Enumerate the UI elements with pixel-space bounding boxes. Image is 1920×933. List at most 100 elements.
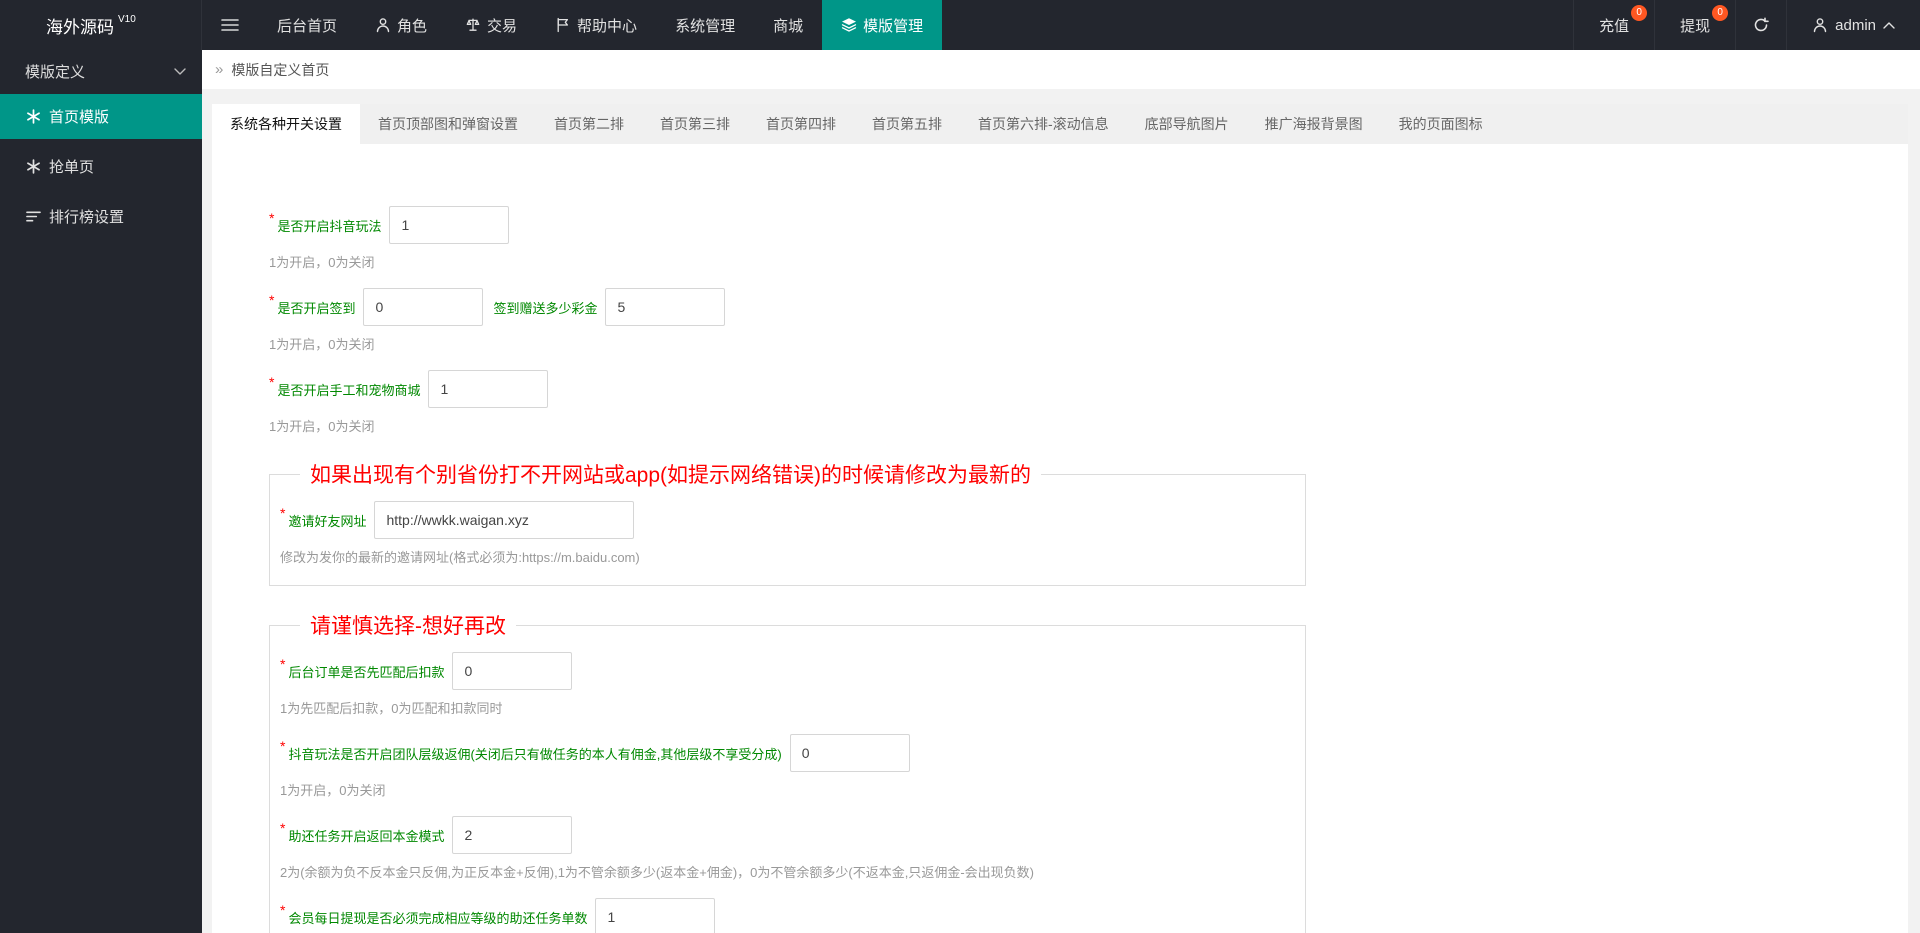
main-content: » 模版自定义首页 系统各种开关设置 首页顶部图和弹窗设置 首页第二排 首页第三…: [202, 50, 1920, 933]
network-fix-fieldset: 如果出现有个别省份打不开网站或app(如提示网络错误)的时候请修改为最新的 * …: [269, 459, 1306, 586]
field-label: 是否开启手工和宠物商城: [277, 382, 421, 398]
invite-url-input[interactable]: [374, 501, 635, 539]
team-commission-input[interactable]: [789, 734, 910, 772]
scales-icon: [465, 17, 481, 33]
username: admin: [1835, 16, 1876, 34]
ranking-icon: [26, 209, 41, 224]
flag-icon: [555, 17, 571, 33]
field-label: 后台订单是否先匹配后扣款: [288, 664, 445, 680]
tab-system-switches[interactable]: 系统各种开关设置: [212, 104, 360, 144]
field-hint: 1为先匹配后扣款，0为匹配和扣款同时: [280, 701, 503, 716]
form-field-douyin-enabled: * 是否开启抖音玩法 1为开启，0为关闭: [269, 206, 1888, 271]
user-icon: [375, 17, 391, 33]
field-hint: 1为开启，0为关闭: [269, 337, 375, 352]
field-hint: 1为开启，0为关闭: [269, 255, 375, 270]
tab-home-row-3[interactable]: 首页第三排: [642, 104, 748, 144]
tab-home-row-2[interactable]: 首页第二排: [536, 104, 642, 144]
required-asterisk: *: [269, 210, 275, 226]
sidebar: 模版定义 首页模版 抢单页 排行榜设置: [0, 50, 202, 933]
douyin-enabled-input[interactable]: [389, 206, 510, 244]
form-field-invite-url: * 邀请好友网址 修改为发你的最新的邀请网址(格式必须为:https://m.b…: [280, 501, 1295, 566]
top-bar: 海外源码 V10 后台首页 角色 交易 帮助中心 系统管理 商城 模版管理 充值…: [0, 0, 1920, 50]
nav-template-management[interactable]: 模版管理: [822, 0, 943, 50]
asterisk-icon: [26, 109, 41, 124]
user-icon: [1812, 17, 1828, 33]
user-menu[interactable]: admin: [1786, 0, 1920, 50]
hamburger-icon: [221, 18, 239, 32]
layers-icon: [841, 17, 857, 33]
required-asterisk: *: [280, 505, 286, 521]
field-label: 邀请好友网址: [288, 513, 367, 529]
tab-bar: 系统各种开关设置 首页顶部图和弹窗设置 首页第二排 首页第三排 首页第四排 首页…: [212, 104, 1908, 144]
form-field-handmade-pet-mall: * 是否开启手工和宠物商城 1为开启，0为关闭: [269, 370, 1888, 435]
signin-enabled-input[interactable]: [363, 288, 484, 326]
nav-trade[interactable]: 交易: [446, 0, 536, 50]
field-hint: 1为开启，0为关闭: [269, 419, 375, 434]
required-asterisk: *: [280, 820, 286, 836]
page-body: 系统各种开关设置 首页顶部图和弹窗设置 首页第二排 首页第三排 首页第四排 首页…: [202, 89, 1920, 933]
field-label: 是否开启抖音玩法: [277, 218, 382, 234]
brand-version: V10: [118, 13, 136, 25]
withdraw-button[interactable]: 提现 0: [1654, 0, 1735, 50]
page-title: 模版自定义首页: [231, 61, 330, 78]
nav-roles[interactable]: 角色: [356, 0, 446, 50]
network-fix-legend: 如果出现有个别省份打不开网站或app(如提示网络错误)的时候请修改为最新的: [310, 464, 1032, 487]
caution-fieldset: 请谨慎选择-想好再改 * 后台订单是否先匹配后扣款 1为先匹配后扣款，0为匹配和…: [269, 610, 1306, 933]
form-field-match-before-deduct: * 后台订单是否先匹配后扣款 1为先匹配后扣款，0为匹配和扣款同时: [280, 652, 1295, 717]
form-field-principal-return-mode: * 助还任务开启返回本金模式 2为(余额为负不反本金只反佣,为正反本金+反佣),…: [280, 816, 1295, 881]
nav-system-management[interactable]: 系统管理: [656, 0, 754, 50]
breadcrumb-separator: »: [215, 61, 224, 78]
field-label: 是否开启签到: [277, 300, 356, 316]
required-asterisk: *: [280, 656, 286, 672]
field-label: 会员每日提现是否必须完成相应等级的助还任务单数: [288, 910, 588, 926]
sidebar-menu: 首页模版 抢单页 排行榜设置: [0, 92, 202, 239]
sidebar-group-template-define[interactable]: 模版定义: [0, 50, 202, 92]
tab-top-image-popup[interactable]: 首页顶部图和弹窗设置: [360, 104, 536, 144]
tab-promo-poster-bg[interactable]: 推广海报背景图: [1247, 104, 1381, 144]
tab-bottom-nav-images[interactable]: 底部导航图片: [1127, 104, 1247, 144]
brand-name: 海外源码: [46, 17, 114, 37]
nav-home[interactable]: 后台首页: [258, 0, 356, 50]
required-asterisk: *: [269, 374, 275, 390]
refresh-button[interactable]: [1735, 0, 1786, 50]
nav-mall[interactable]: 商城: [754, 0, 822, 50]
signin-bonus-input[interactable]: [605, 288, 726, 326]
chevron-up-icon: [1883, 21, 1895, 29]
handmade-pet-mall-input[interactable]: [428, 370, 549, 408]
asterisk-icon: [26, 159, 41, 174]
required-asterisk: *: [280, 738, 286, 754]
top-navigation: 后台首页 角色 交易 帮助中心 系统管理 商城 模版管理: [258, 0, 943, 50]
tab-my-page-icons[interactable]: 我的页面图标: [1381, 104, 1501, 144]
field-hint: 修改为发你的最新的邀请网址(格式必须为:https://m.baidu.com): [280, 550, 640, 565]
topbar-right: 充值 0 提现 0 admin: [1573, 0, 1920, 50]
field-hint: 1为开启，0为关闭: [280, 783, 386, 798]
field-label: 抖音玩法是否开启团队层级返佣(关闭后只有做任务的本人有佣金,其他层级不享受分成): [288, 746, 782, 762]
refresh-icon: [1753, 17, 1769, 33]
match-before-deduct-input[interactable]: [452, 652, 573, 690]
settings-form: * 是否开启抖音玩法 1为开启，0为关闭 * 是否开启签到 签到赠送多少彩金 1…: [212, 144, 1908, 933]
field-label: 助还任务开启返回本金模式: [288, 828, 445, 844]
withdraw-task-requirement-input[interactable]: [595, 898, 716, 933]
caution-legend: 请谨慎选择-想好再改: [310, 615, 506, 638]
recharge-button[interactable]: 充值 0: [1573, 0, 1654, 50]
sidebar-item-home-template[interactable]: 首页模版: [0, 94, 202, 139]
withdraw-badge: 0: [1712, 5, 1729, 21]
tab-home-row-4[interactable]: 首页第四排: [748, 104, 854, 144]
recharge-badge: 0: [1631, 5, 1648, 21]
sidebar-item-grab-order-page[interactable]: 抢单页: [0, 144, 202, 189]
brand: 海外源码 V10: [0, 0, 202, 50]
tab-home-row-5[interactable]: 首页第五排: [854, 104, 960, 144]
tab-home-row-6-scroll-info[interactable]: 首页第六排-滚动信息: [960, 104, 1127, 144]
menu-toggle-button[interactable]: [202, 0, 258, 50]
form-field-team-commission: * 抖音玩法是否开启团队层级返佣(关闭后只有做任务的本人有佣金,其他层级不享受分…: [280, 734, 1295, 799]
field-label-signin-bonus: 签到赠送多少彩金: [493, 300, 598, 316]
required-asterisk: *: [280, 902, 286, 918]
form-field-signin: * 是否开启签到 签到赠送多少彩金 1为开启，0为关闭: [269, 288, 1888, 353]
form-field-withdraw-task-requirement: * 会员每日提现是否必须完成相应等级的助还任务单数 1为开启，0为关闭(只要完成…: [280, 898, 1295, 933]
principal-return-mode-input[interactable]: [452, 816, 573, 854]
nav-help-center[interactable]: 帮助中心: [536, 0, 656, 50]
sidebar-item-ranking-settings[interactable]: 排行榜设置: [0, 194, 202, 239]
chevron-down-icon: [174, 67, 186, 75]
breadcrumb: » 模版自定义首页: [202, 50, 1920, 89]
required-asterisk: *: [269, 292, 275, 308]
